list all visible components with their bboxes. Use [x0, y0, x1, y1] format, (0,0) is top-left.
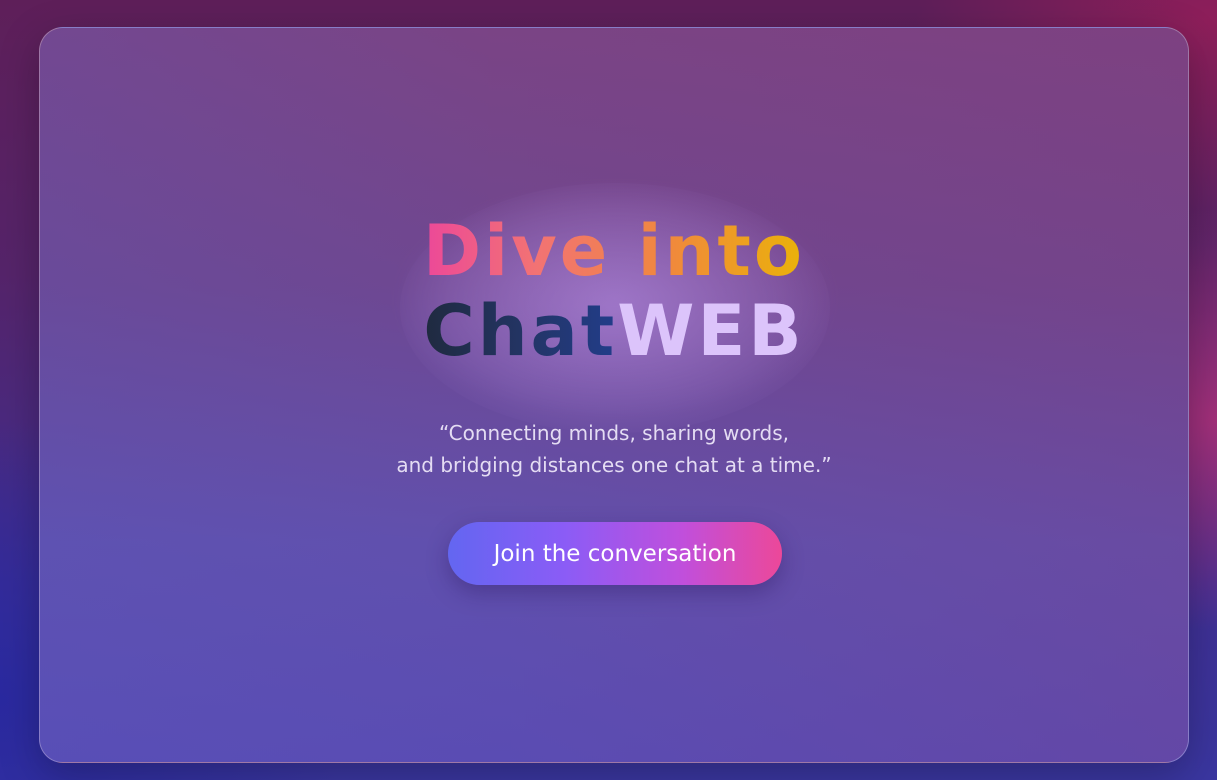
brand-web-text: WEB: [617, 290, 805, 372]
title-brand: ChatWEB: [423, 291, 804, 371]
brand-chat-text: Chat: [423, 290, 618, 372]
hero-card: Dive into ChatWEB “Connecting minds, sha…: [39, 27, 1189, 763]
join-conversation-button[interactable]: Join the conversation: [448, 522, 782, 585]
tagline-quote: “Connecting minds, sharing words, and br…: [40, 417, 1188, 481]
title-line-dive-into: Dive into: [423, 210, 805, 292]
tagline-line-2: and bridging distances one chat at a tim…: [396, 453, 832, 477]
hero-title: Dive into ChatWEB: [40, 211, 1188, 371]
tagline-line-1: “Connecting minds, sharing words,: [439, 421, 789, 445]
